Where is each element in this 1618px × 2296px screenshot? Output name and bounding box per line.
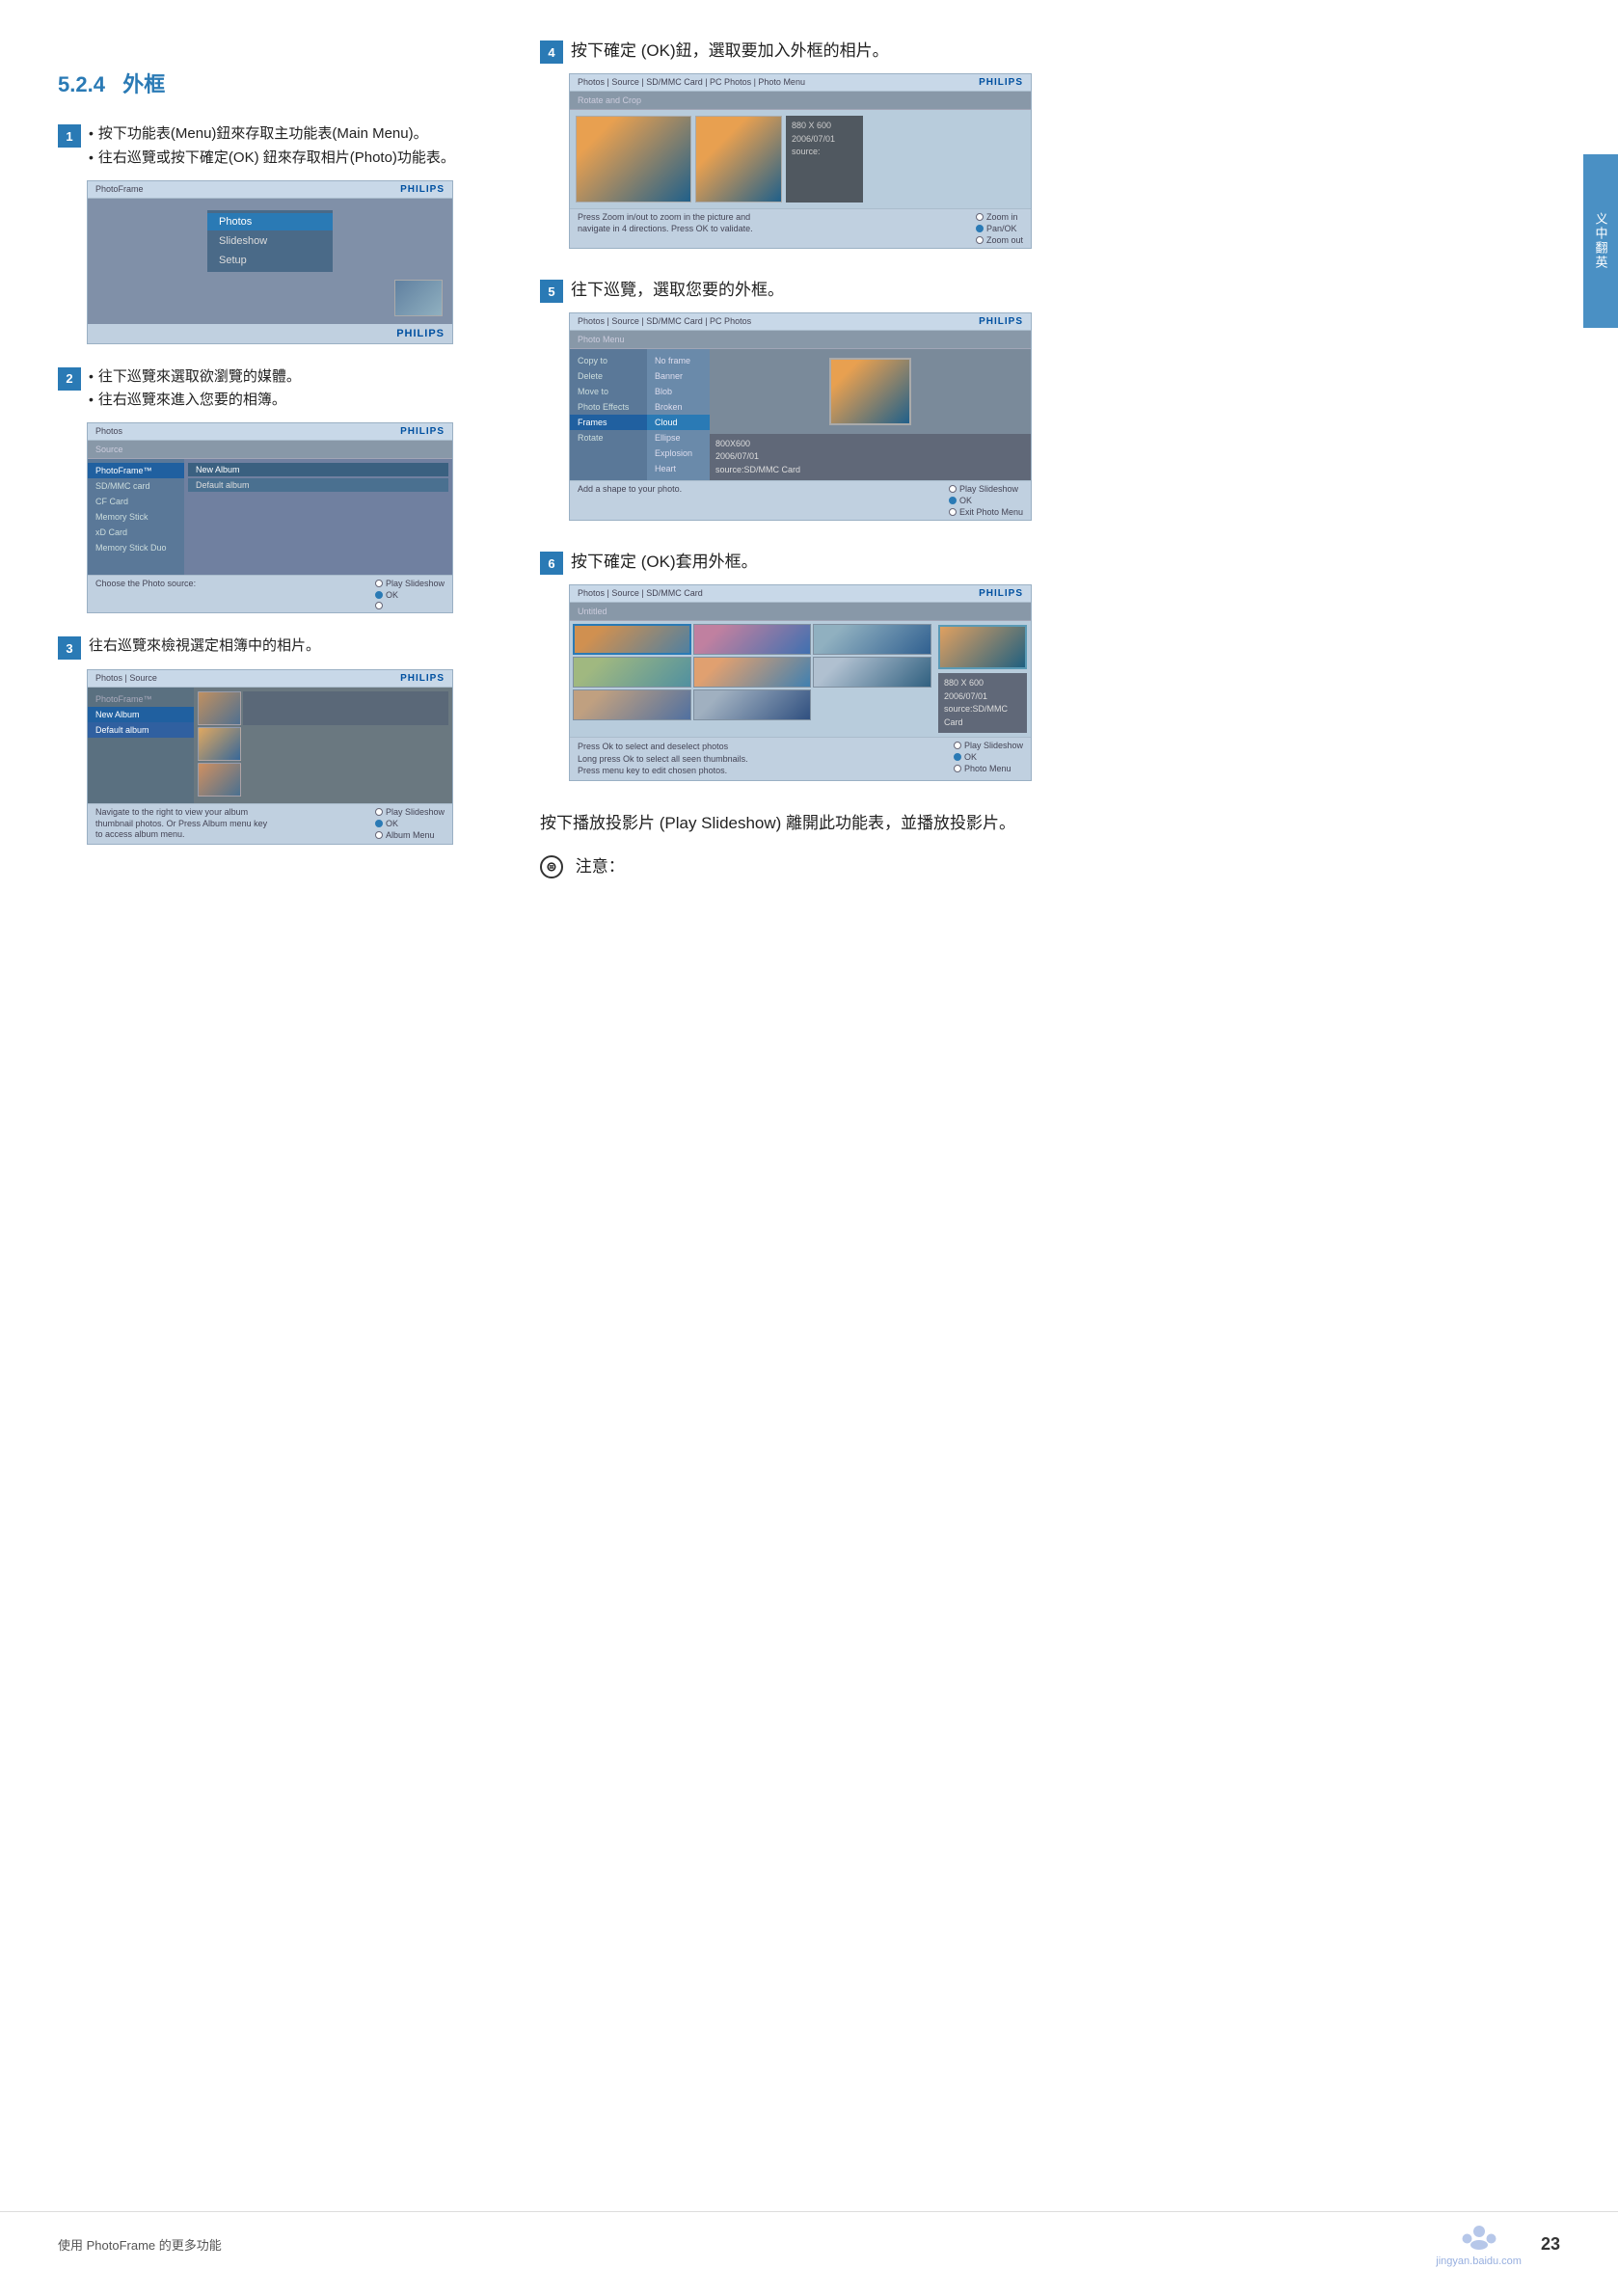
step-1-block: 1 • 按下功能表(Menu)鈕來存取主功能表(Main Menu)。 • 往右… — [58, 122, 501, 344]
page-content: 5.2.4 外框 1 • 按下功能表(Menu)鈕來存取主功能表(Main Me… — [0, 0, 1618, 930]
baidu-url: jingyan.baidu.com — [1436, 2255, 1522, 2267]
side-tab: 义中翻英 — [1583, 154, 1618, 328]
screenshot-5: Photos | Source | SD/MMC Card | PC Photo… — [569, 312, 1032, 521]
step-4-text: 按下確定 (OK)鈕，選取要加入外框的相片。 — [571, 39, 889, 64]
photo-effects-item: Photo Effects — [570, 399, 647, 415]
step-2-bullet-1: • 往下巡覽來選取欲瀏覽的媒體。 — [89, 365, 301, 390]
step-5-block: 5 往下巡覽，選取您要的外框。 Photos | Source | SD/MMC… — [540, 278, 1560, 521]
baidu-logo — [1455, 2222, 1503, 2255]
screenshot-4: Photos | Source | SD/MMC Card | PC Photo… — [569, 73, 1032, 249]
step-2-header: 2 • 往下巡覽來選取欲瀏覽的媒體。 • 往右巡覽來進入您要的相簿。 — [58, 365, 501, 414]
step-3-text: 往右巡覽來檢視選定相簿中的相片。 — [89, 635, 320, 659]
footer-right: jingyan.baidu.com 23 — [1436, 2222, 1560, 2267]
step-4-header: 4 按下確定 (OK)鈕，選取要加入外框的相片。 — [540, 39, 1560, 64]
section-number: 5.2.4 — [58, 72, 105, 96]
step-4-badge: 4 — [540, 41, 563, 64]
right-column: 4 按下確定 (OK)鈕，選取要加入外框的相片。 Photos | Source… — [540, 39, 1560, 891]
footer-left: 使用 PhotoFrame 的更多功能 — [58, 2235, 222, 2254]
page-number: 23 — [1541, 2234, 1560, 2255]
step-6-text: 按下確定 (OK)套用外框。 — [571, 550, 758, 575]
screenshot-6: Photos | Source | SD/MMC Card PHILIPS Un… — [569, 584, 1032, 781]
step-3-block: 3 往右巡覽來檢視選定相簿中的相片。 Photos | Source PHILI… — [58, 635, 501, 845]
step-6-block: 6 按下確定 (OK)套用外框。 Photos | Source | SD/MM… — [540, 550, 1560, 781]
step-1-bullet-2: • 往右巡覽或按下確定(OK) 鈕來存取相片(Photo)功能表。 — [89, 147, 455, 171]
screenshot-3: Photos | Source PHILIPS PhotoFrame™ New … — [87, 669, 453, 845]
note-text: 按下播放投影片 (Play Slideshow) 離開此功能表，並播放投影片。 — [540, 810, 1560, 838]
step-1-content: • 按下功能表(Menu)鈕來存取主功能表(Main Menu)。 • 往右巡覽… — [89, 122, 455, 171]
frames-item: Frames — [570, 415, 647, 430]
step-3-badge: 3 — [58, 636, 81, 660]
section-heading: 5.2.4 外框 — [58, 39, 501, 98]
step-5-header: 5 往下巡覽，選取您要的外框。 — [540, 278, 1560, 303]
left-column: 5.2.4 外框 1 • 按下功能表(Menu)鈕來存取主功能表(Main Me… — [58, 39, 501, 891]
screenshot-1: PhotoFrame PHILIPS Photos Slideshow Setu… — [87, 180, 453, 344]
step-1-badge: 1 — [58, 124, 81, 148]
step-5-badge: 5 — [540, 280, 563, 303]
step-2-block: 2 • 往下巡覽來選取欲瀏覽的媒體。 • 往右巡覽來進入您要的相簿。 Photo… — [58, 365, 501, 614]
step-4-block: 4 按下確定 (OK)鈕，選取要加入外框的相片。 Photos | Source… — [540, 39, 1560, 249]
side-tab-text: 义中翻英 — [1592, 212, 1610, 270]
step-1-bullet-1: • 按下功能表(Menu)鈕來存取主功能表(Main Menu)。 — [89, 122, 455, 147]
note-block: 按下播放投影片 (Play Slideshow) 離開此功能表，並播放投影片。 … — [540, 810, 1560, 881]
baidu-icon — [1455, 2222, 1503, 2251]
step-6-badge: 6 — [540, 552, 563, 575]
section-title: 外框 — [122, 72, 165, 96]
step-1-header: 1 • 按下功能表(Menu)鈕來存取主功能表(Main Menu)。 • 往右… — [58, 122, 501, 171]
step-2-badge: 2 — [58, 367, 81, 391]
step-5-text: 往下巡覽，選取您要的外框。 — [571, 278, 784, 303]
step-6-header: 6 按下確定 (OK)套用外框。 — [540, 550, 1560, 575]
screenshot-2: Photos PHILIPS Source PhotoFrame™ SD/MMC… — [87, 422, 453, 613]
baidu-area: jingyan.baidu.com — [1436, 2222, 1522, 2267]
page-footer: 使用 PhotoFrame 的更多功能 jingyan.baidu.com 23 — [0, 2211, 1618, 2267]
note-attention: ⊜ 注意： — [540, 853, 1560, 881]
step-2-bullet-2: • 往右巡覽來進入您要的相簿。 — [89, 389, 301, 413]
step-3-header: 3 往右巡覽來檢視選定相簿中的相片。 — [58, 635, 501, 660]
play-slideshow-option: Play Slideshow — [959, 484, 1018, 494]
